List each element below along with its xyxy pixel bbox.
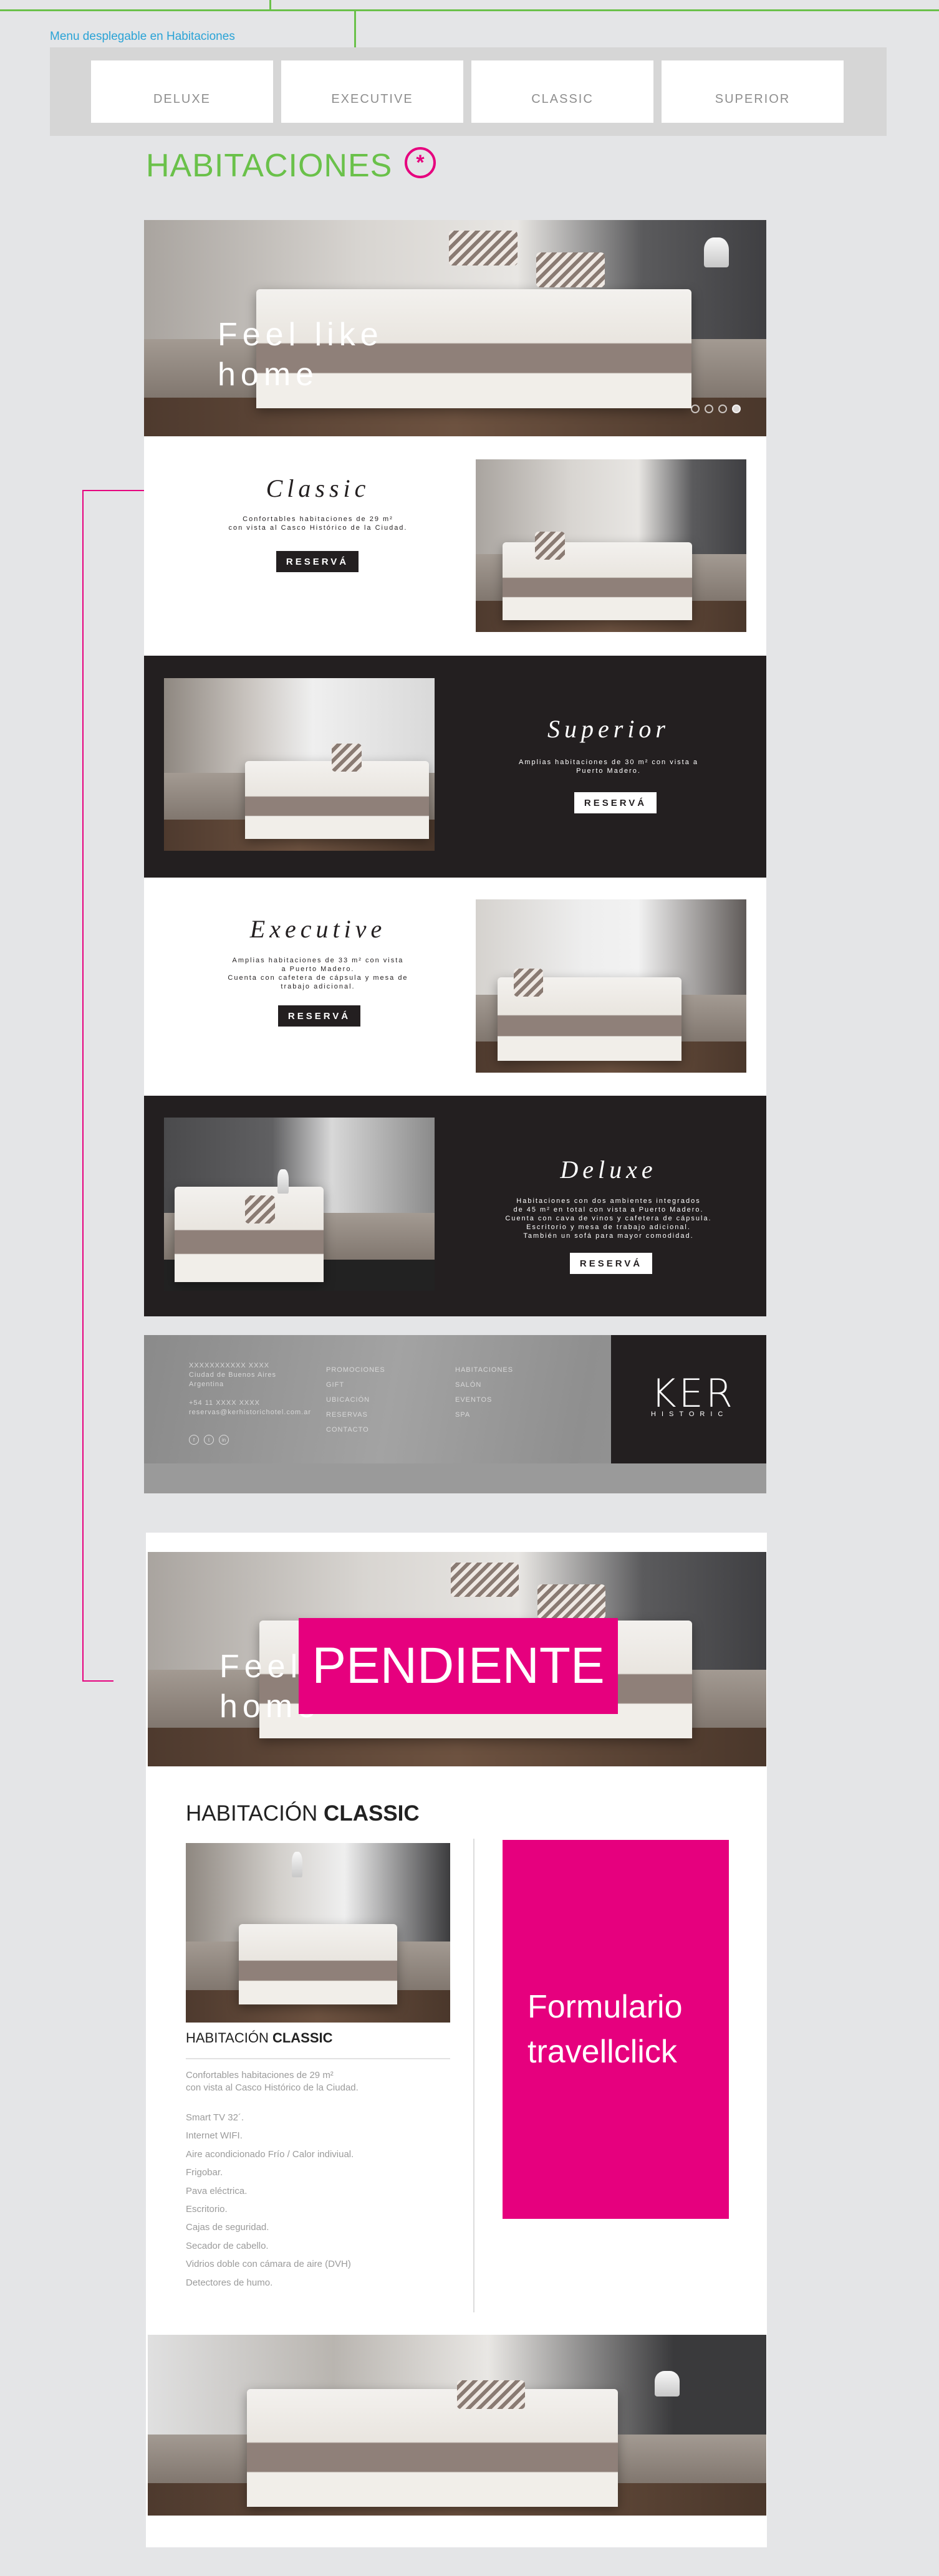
room-image-classic	[476, 459, 746, 632]
hero-line-2: home	[218, 357, 319, 393]
hero-headline: Feel like home	[218, 315, 383, 395]
amenity-item: Escritorio.	[186, 2204, 228, 2215]
divider	[186, 2058, 450, 2059]
room-title: Deluxe	[560, 1156, 657, 1184]
subheading-prefix: HABITACIÓN	[186, 2030, 272, 2046]
footer-link[interactable]: PROMOCIONES	[326, 1362, 385, 1377]
menu-item-classic[interactable]: CLASSIC	[471, 60, 653, 123]
heading-prefix: HABITACIÓN	[186, 1801, 324, 1826]
amenity-item: Cajas de seguridad.	[186, 2222, 269, 2233]
reserve-button[interactable]: RESERVÁ	[570, 1253, 652, 1274]
room-image-superior	[164, 678, 435, 851]
room-image-deluxe	[164, 1118, 435, 1291]
footer-email[interactable]: reservas@kerhistorichotel.com.ar	[189, 1408, 311, 1417]
footer-link[interactable]: RESERVAS	[326, 1407, 385, 1422]
hero-line-1: Feel like	[218, 317, 383, 353]
twitter-icon[interactable]: t	[204, 1435, 214, 1445]
footer-link[interactable]: SALÓN	[455, 1377, 513, 1392]
footer-nav-col-2: HABITACIONES SALÓN EVENTOS SPA	[455, 1362, 513, 1422]
connector-line	[82, 1680, 113, 1682]
reserve-button[interactable]: RESERVÁ	[278, 1005, 360, 1027]
footer-nav-col-1: PROMOCIONES GIFT UBICACIÓN RESERVAS CONT…	[326, 1362, 385, 1437]
ker-logo[interactable]: KER	[651, 1374, 735, 1413]
section-title: HABITACIONES	[146, 148, 393, 184]
footer-contact-line: Argentina	[189, 1381, 224, 1388]
amenity-item: Vidrios doble con cámara de aire (DVH)	[186, 2259, 351, 2270]
room-description: Amplias habitaciones de 30 m² con vista …	[518, 759, 699, 775]
amenities-list: Smart TV 32´. Internet WIFI. Aire acondi…	[186, 2109, 354, 2292]
amenity-item: Secador de cabello.	[186, 2240, 269, 2251]
room-detail-description: Confortables habitaciones de 29 m² con v…	[186, 2070, 359, 2093]
amenity-item: Frigobar.	[186, 2167, 223, 2178]
amenity-item: Pava eléctrica.	[186, 2185, 248, 2196]
footer-contact-line: XXXXXXXXXXX XXXX	[189, 1362, 270, 1369]
footer-contact-line: Ciudad de Buenos Aires	[189, 1371, 277, 1379]
room-title: Classic	[266, 474, 370, 502]
rooms-dropdown-menu: DELUXE EXECUTIVE CLASSIC SUPERIOR	[50, 47, 887, 136]
footer-bottom-bar	[144, 1463, 766, 1493]
room-description: Amplias habitaciones de 33 m² con vista …	[228, 957, 408, 990]
amenity-item: Aire acondicionado Frío / Calor indiviua…	[186, 2148, 354, 2160]
instagram-icon[interactable]: in	[219, 1435, 229, 1445]
slider-dot[interactable]	[691, 405, 700, 413]
facebook-icon[interactable]: f	[189, 1435, 199, 1445]
detail-room-image	[186, 1843, 450, 2023]
room-detail-heading: HABITACIÓN CLASSIC	[186, 1801, 420, 1826]
footer-link[interactable]: GIFT	[326, 1377, 385, 1392]
footer-link[interactable]: CONTACTO	[326, 1422, 385, 1437]
booking-form-placeholder[interactable]: Formulario travellclick	[503, 1840, 729, 2219]
column-divider	[473, 1839, 474, 2312]
reserve-button[interactable]: RESERVÁ	[574, 792, 657, 813]
guide-line	[354, 11, 356, 47]
subheading-room: CLASSIC	[272, 2030, 333, 2046]
pending-annotation: PENDIENTE	[299, 1618, 618, 1714]
footer-link[interactable]: HABITACIONES	[455, 1362, 513, 1377]
heading-room: CLASSIC	[324, 1801, 420, 1826]
room-description: Habitaciones con dos ambientes integrado…	[505, 1197, 712, 1240]
footer-link[interactable]: UBICACIÓN	[326, 1392, 385, 1407]
menu-annotation: Menu desplegable en Habitaciones	[50, 30, 235, 43]
connector-line	[82, 490, 84, 1682]
amenity-item: Internet WIFI.	[186, 2130, 243, 2142]
slider-dots	[691, 405, 741, 413]
guide-line	[269, 0, 271, 11]
footer-contact: XXXXXXXXXXX XXXX Ciudad de Buenos Aires …	[189, 1361, 311, 1417]
amenity-item: Smart TV 32´.	[186, 2112, 244, 2123]
footer-link[interactable]: EVENTOS	[455, 1392, 513, 1407]
footer-contact-line	[189, 1389, 311, 1399]
amenity-item: Detectores de humo.	[186, 2277, 273, 2288]
footer-link[interactable]: SPA	[455, 1407, 513, 1422]
slider-dot[interactable]	[705, 405, 713, 413]
asterisk-marker-icon: *	[405, 147, 436, 178]
slider-dot-active[interactable]	[732, 405, 741, 413]
slider-dot[interactable]	[718, 405, 727, 413]
room-description: Confortables habitaciones de 29 m² con v…	[228, 515, 408, 532]
guide-line	[0, 9, 939, 11]
menu-item-executive[interactable]: EXECUTIVE	[281, 60, 463, 123]
ker-logo-subtitle: HISTORIC	[651, 1410, 729, 1418]
detail-bottom-image	[148, 2335, 766, 2516]
menu-item-superior[interactable]: SUPERIOR	[662, 60, 844, 123]
reserve-button[interactable]: RESERVÁ	[276, 551, 359, 572]
menu-item-deluxe[interactable]: DELUXE	[91, 60, 273, 123]
room-title: Executive	[249, 915, 387, 943]
room-detail-subheading: HABITACIÓN CLASSIC	[186, 2030, 333, 2046]
room-image-executive	[476, 899, 746, 1073]
room-title: Superior	[547, 715, 670, 743]
footer-phone[interactable]: +54 11 XXXX XXXX	[189, 1399, 311, 1408]
